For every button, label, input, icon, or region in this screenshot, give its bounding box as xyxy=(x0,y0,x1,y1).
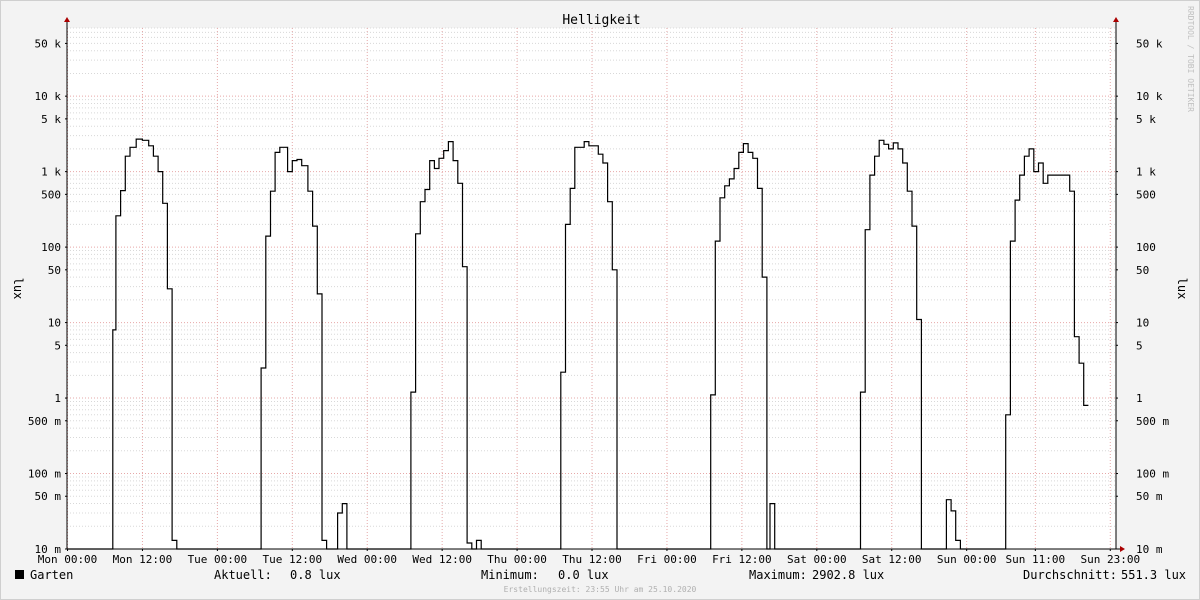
y-tick-label-left: 50 m xyxy=(35,490,62,503)
y-tick-label-left: 500 m xyxy=(28,415,61,428)
plot-area xyxy=(67,28,1116,549)
chart-title: Helligkeit xyxy=(562,13,640,28)
x-tick-label: Sun 23:00 xyxy=(1080,553,1140,566)
y-tick-label-right: 500 m xyxy=(1136,415,1169,428)
x-tick-label: Wed 00:00 xyxy=(337,553,397,566)
y-tick-label-left: 100 xyxy=(41,241,61,254)
y-tick-label-left: 10 xyxy=(48,317,61,330)
y-tick-label-right: 1 xyxy=(1136,392,1143,405)
y-tick-label-right: 50 m xyxy=(1136,490,1163,503)
stat-current-value: 0.8 lux xyxy=(290,568,341,582)
y-tick-label-left: 5 xyxy=(54,339,61,352)
y-tick-label-left: 100 m xyxy=(28,468,61,481)
stat-current-label: Aktuell: xyxy=(214,568,272,582)
chart-svg: 50 k 50 k10 k 10 k5 k5 k1 k1 k500 500100 100… xyxy=(11,6,1195,594)
legend-swatch xyxy=(15,570,24,579)
x-tick-label: Fri 12:00 xyxy=(712,553,772,566)
y-tick-label-left: 50 k xyxy=(35,37,62,50)
x-tick-label: Mon 00:00 xyxy=(38,553,98,566)
stat-average-label: Durchschnitt: xyxy=(1023,568,1117,582)
legend-label: Garten xyxy=(30,568,73,582)
watermark: RRDTOOL / TOBI OETIKER xyxy=(1186,6,1195,112)
y-axis-arrow-left xyxy=(64,17,70,22)
stat-average-value: 551.3 lux xyxy=(1121,568,1186,582)
x-axis-arrow xyxy=(1120,546,1125,552)
x-tick-label: Sat 00:00 xyxy=(787,553,847,566)
y-tick-label-right: 500 xyxy=(1136,188,1156,201)
y-tick-label-left: 500 xyxy=(41,188,61,201)
x-tick-label: Wed 12:00 xyxy=(412,553,472,566)
stat-maximum-label: Maximum: xyxy=(749,568,807,582)
stat-maximum-value: 2902.8 lux xyxy=(812,568,884,582)
y-tick-label-right: 100 xyxy=(1136,241,1156,254)
y-tick-label-right: 10 k xyxy=(1136,90,1163,103)
x-tick-label: Sat 12:00 xyxy=(862,553,922,566)
x-tick-label: Thu 12:00 xyxy=(562,553,622,566)
y-tick-label-right: 5 xyxy=(1136,339,1143,352)
x-tick-label: Fri 00:00 xyxy=(637,553,697,566)
y-tick-label-right: 5 k xyxy=(1136,113,1156,126)
y-axis-arrow-right xyxy=(1113,17,1119,22)
x-tick-label: Thu 00:00 xyxy=(487,553,547,566)
y-axis-label-right: lux xyxy=(1175,278,1189,300)
x-tick-label: Tue 00:00 xyxy=(188,553,248,566)
x-tick-label: Sun 11:00 xyxy=(1006,553,1066,566)
y-tick-label-right: 50 k xyxy=(1136,37,1163,50)
y-tick-label-left: 50 xyxy=(48,264,61,277)
x-tick-label: Sun 00:00 xyxy=(937,553,997,566)
x-tick-label: Tue 12:00 xyxy=(263,553,323,566)
y-tick-label-left: 1 k xyxy=(41,166,61,179)
y-tick-label-left: 10 k xyxy=(35,90,62,103)
y-tick-label-right: 50 xyxy=(1136,264,1149,277)
y-axis-label-left: lux xyxy=(11,278,25,300)
y-tick-label-left: 1 xyxy=(54,392,61,405)
stat-minimum-label: Minimum: xyxy=(481,568,539,582)
footer-timestamp: Erstellungszeit: 23:55 Uhr am 25.10.2020 xyxy=(504,585,697,594)
stat-minimum-value: 0.0 lux xyxy=(558,568,609,582)
y-tick-label-right: 1 k xyxy=(1136,166,1156,179)
x-tick-label: Mon 12:00 xyxy=(113,553,173,566)
y-tick-label-left: 5 k xyxy=(41,113,61,126)
y-tick-label-right: 100 m xyxy=(1136,468,1169,481)
y-tick-label-right: 10 xyxy=(1136,317,1149,330)
